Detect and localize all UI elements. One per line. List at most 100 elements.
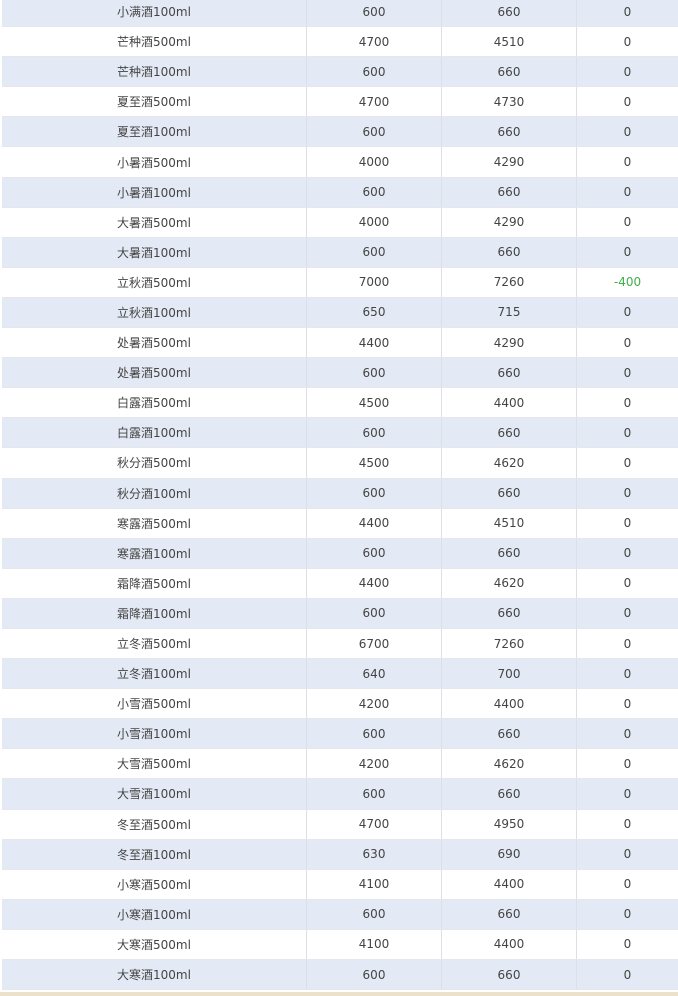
product-name-cell: 芒种酒100ml	[2, 56, 307, 88]
product-name-cell: 处暑酒500ml	[2, 327, 307, 359]
table-row[interactable]: 白露酒500ml 4500 4400 0	[2, 387, 678, 419]
value-b-cell: 4620	[441, 748, 577, 780]
table-row[interactable]: 处暑酒500ml 600 660 0	[2, 357, 678, 389]
value-c-cell: 0	[576, 929, 678, 961]
value-a-cell: 600	[306, 538, 442, 569]
table-row[interactable]: 大雪酒500ml 4200 4620 0	[2, 748, 678, 780]
product-name-cell: 芒种酒500ml	[2, 26, 307, 58]
table-row[interactable]: 秋分酒100ml 600 660 0	[2, 478, 678, 509]
product-name-cell: 大暑酒100ml	[2, 237, 307, 268]
table-body: 小满酒100ml 600 660 0 芒种酒500ml 4700 4510 0 芒种酒100ml…	[2, 0, 678, 991]
value-c-cell: 0	[576, 0, 678, 28]
table-row[interactable]: 立冬酒100ml 640 700 0	[2, 658, 678, 690]
table-row[interactable]: 寒露酒100ml 600 660 0	[2, 538, 678, 569]
value-c-cell: 0	[576, 959, 678, 991]
value-c-cell: 0	[576, 146, 678, 178]
table-row[interactable]: 小寒酒100ml 600 660 0	[2, 899, 678, 930]
table-row[interactable]: 小雪酒500ml 4200 4400 0	[2, 688, 678, 720]
table-row[interactable]: 大寒酒500ml 4100 4400 0	[2, 929, 678, 961]
value-b-cell: 660	[441, 0, 577, 28]
table-row[interactable]: 小寒酒500ml 4100 4400 0	[2, 869, 678, 900]
value-c-cell: 0	[576, 297, 678, 329]
product-name-cell: 小雪酒500ml	[2, 688, 307, 720]
product-name-cell: 大雪酒100ml	[2, 778, 307, 810]
table-row[interactable]: 芒种酒500ml 4700 4510 0	[2, 26, 678, 58]
table-row[interactable]: 霜降酒100ml 600 660 0	[2, 598, 678, 629]
table-row[interactable]: 立秋酒500ml 7000 7260 -400	[2, 267, 678, 298]
product-name-cell: 霜降酒100ml	[2, 598, 307, 629]
value-c-cell: 0	[576, 538, 678, 569]
table-row[interactable]: 夏至酒500ml 4700 4730 0	[2, 86, 678, 118]
value-b-cell: 4290	[441, 146, 577, 178]
value-c-cell: 0	[576, 748, 678, 780]
table-row[interactable]: 小暑酒500ml 4000 4290 0	[2, 146, 678, 178]
value-c-cell: 0	[576, 177, 678, 208]
product-name-cell: 处暑酒500ml	[2, 357, 307, 389]
value-a-cell: 4500	[306, 447, 442, 479]
value-b-cell: 660	[441, 56, 577, 88]
value-b-cell: 4400	[441, 929, 577, 961]
table-row[interactable]: 冬至酒100ml 630 690 0	[2, 839, 678, 870]
product-name-cell: 立冬酒500ml	[2, 628, 307, 660]
product-name-cell: 霜降酒500ml	[2, 568, 307, 599]
value-b-cell: 4510	[441, 26, 577, 58]
value-b-cell: 660	[441, 778, 577, 810]
table-row[interactable]: 寒露酒500ml 4400 4510 0	[2, 508, 678, 539]
value-b-cell: 4510	[441, 508, 577, 539]
value-c-cell: 0	[576, 658, 678, 690]
value-a-cell: 4400	[306, 568, 442, 599]
data-table: 小满酒100ml 600 660 0 芒种酒500ml 4700 4510 0 芒种酒100ml…	[2, 0, 678, 991]
value-b-cell: 660	[441, 417, 577, 449]
value-c-cell: 0	[576, 688, 678, 720]
value-a-cell: 600	[306, 899, 442, 930]
table-row[interactable]: 立秋酒100ml 650 715 0	[2, 297, 678, 329]
value-c-cell: 0	[576, 718, 678, 750]
table-row[interactable]: 大雪酒100ml 600 660 0	[2, 778, 678, 810]
table-row[interactable]: 小雪酒100ml 600 660 0	[2, 718, 678, 750]
value-b-cell: 4620	[441, 568, 577, 599]
table-row[interactable]: 芒种酒100ml 600 660 0	[2, 56, 678, 88]
table-row[interactable]: 处暑酒500ml 4400 4290 0	[2, 327, 678, 359]
table-row[interactable]: 白露酒100ml 600 660 0	[2, 417, 678, 449]
table-row[interactable]: 夏至酒100ml 600 660 0	[2, 116, 678, 148]
table-page: 小满酒100ml 600 660 0 芒种酒500ml 4700 4510 0 芒种酒100ml…	[0, 0, 678, 996]
value-c-cell: 0	[576, 237, 678, 268]
value-b-cell: 4290	[441, 207, 577, 238]
value-c-cell: 0	[576, 26, 678, 58]
value-b-cell: 690	[441, 839, 577, 870]
table-row[interactable]: 秋分酒500ml 4500 4620 0	[2, 447, 678, 479]
value-a-cell: 4500	[306, 387, 442, 419]
table-row[interactable]: 立冬酒500ml 6700 7260 0	[2, 628, 678, 660]
value-b-cell: 4950	[441, 809, 577, 840]
table-row[interactable]: 小暑酒100ml 600 660 0	[2, 177, 678, 208]
value-b-cell: 4400	[441, 387, 577, 419]
product-name-cell: 寒露酒500ml	[2, 508, 307, 539]
table-row[interactable]: 大暑酒100ml 600 660 0	[2, 237, 678, 268]
value-a-cell: 600	[306, 778, 442, 810]
value-c-cell: 0	[576, 568, 678, 599]
table-row[interactable]: 大寒酒100ml 600 660 0	[2, 959, 678, 991]
value-b-cell: 715	[441, 297, 577, 329]
value-b-cell: 660	[441, 598, 577, 629]
value-a-cell: 650	[306, 297, 442, 329]
value-c-cell: 0	[576, 56, 678, 88]
value-a-cell: 4700	[306, 86, 442, 118]
value-c-cell: 0	[576, 387, 678, 419]
value-c-cell: 0	[576, 869, 678, 900]
value-a-cell: 4200	[306, 688, 442, 720]
product-name-cell: 小雪酒100ml	[2, 718, 307, 750]
table-row[interactable]: 大暑酒500ml 4000 4290 0	[2, 207, 678, 238]
table-row[interactable]: 冬至酒500ml 4700 4950 0	[2, 809, 678, 840]
value-a-cell: 640	[306, 658, 442, 690]
product-name-cell: 小暑酒500ml	[2, 146, 307, 178]
table-row[interactable]: 小满酒100ml 600 660 0	[2, 0, 678, 28]
value-b-cell: 660	[441, 538, 577, 569]
product-name-cell: 白露酒100ml	[2, 417, 307, 449]
product-name-cell: 小暑酒100ml	[2, 177, 307, 208]
value-c-cell: 0	[576, 778, 678, 810]
value-a-cell: 6700	[306, 628, 442, 660]
value-a-cell: 600	[306, 0, 442, 28]
table-row[interactable]: 霜降酒500ml 4400 4620 0	[2, 568, 678, 599]
value-c-cell: 0	[576, 86, 678, 118]
value-b-cell: 4400	[441, 869, 577, 900]
